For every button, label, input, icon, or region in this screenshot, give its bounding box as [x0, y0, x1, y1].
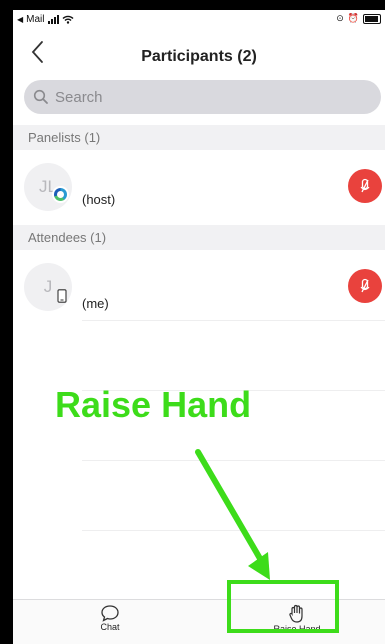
- mic-muted-button[interactable]: [348, 169, 382, 203]
- section-header-panelists: Panelists (1): [13, 125, 385, 150]
- status-left: ◀ Mail: [17, 14, 74, 25]
- mic-muted-button[interactable]: [348, 269, 382, 303]
- raise-hand-highlight-box: [227, 580, 339, 633]
- participant-role-label: (me): [82, 296, 109, 311]
- participant-row-host[interactable]: JL (host): [13, 155, 385, 219]
- chat-icon: [101, 605, 119, 622]
- mic-muted-icon: [360, 278, 370, 293]
- participant-role-label: (host): [82, 192, 116, 207]
- section-header-attendees: Attendees (1): [13, 225, 385, 250]
- mic-muted-icon: [360, 178, 370, 193]
- search-input[interactable]: [53, 87, 357, 107]
- nav-bar: Participants (2): [13, 30, 385, 74]
- tab-chat[interactable]: Chat: [97, 604, 123, 632]
- page-title: Participants (2): [141, 48, 257, 65]
- host-badge-icon: [52, 186, 69, 203]
- avatar: J: [24, 263, 72, 311]
- carrier-label: Mail: [26, 14, 45, 25]
- avatar-initials: J: [43, 277, 53, 296]
- location-icon: ⊙: [336, 13, 344, 23]
- phone-device-icon: [57, 289, 67, 303]
- signal-icon: [47, 15, 59, 24]
- status-bar: ◀ Mail ⊙ ⏰: [13, 10, 385, 30]
- participant-row-me[interactable]: J (me): [13, 255, 385, 319]
- search-bar[interactable]: [24, 80, 381, 114]
- tab-chat-label: Chat: [100, 622, 120, 632]
- alarm-icon: ⏰: [347, 13, 359, 23]
- status-right: ⊙ ⏰: [336, 13, 381, 24]
- search-icon: [33, 89, 48, 104]
- annotation-text: Raise Hand: [55, 384, 252, 425]
- row-divider: [82, 320, 385, 321]
- battery-icon: [363, 13, 381, 24]
- wifi-icon: [62, 15, 73, 24]
- back-to-app-arrow-icon: ◀: [17, 15, 24, 24]
- annotation-arrow-icon: [195, 449, 270, 580]
